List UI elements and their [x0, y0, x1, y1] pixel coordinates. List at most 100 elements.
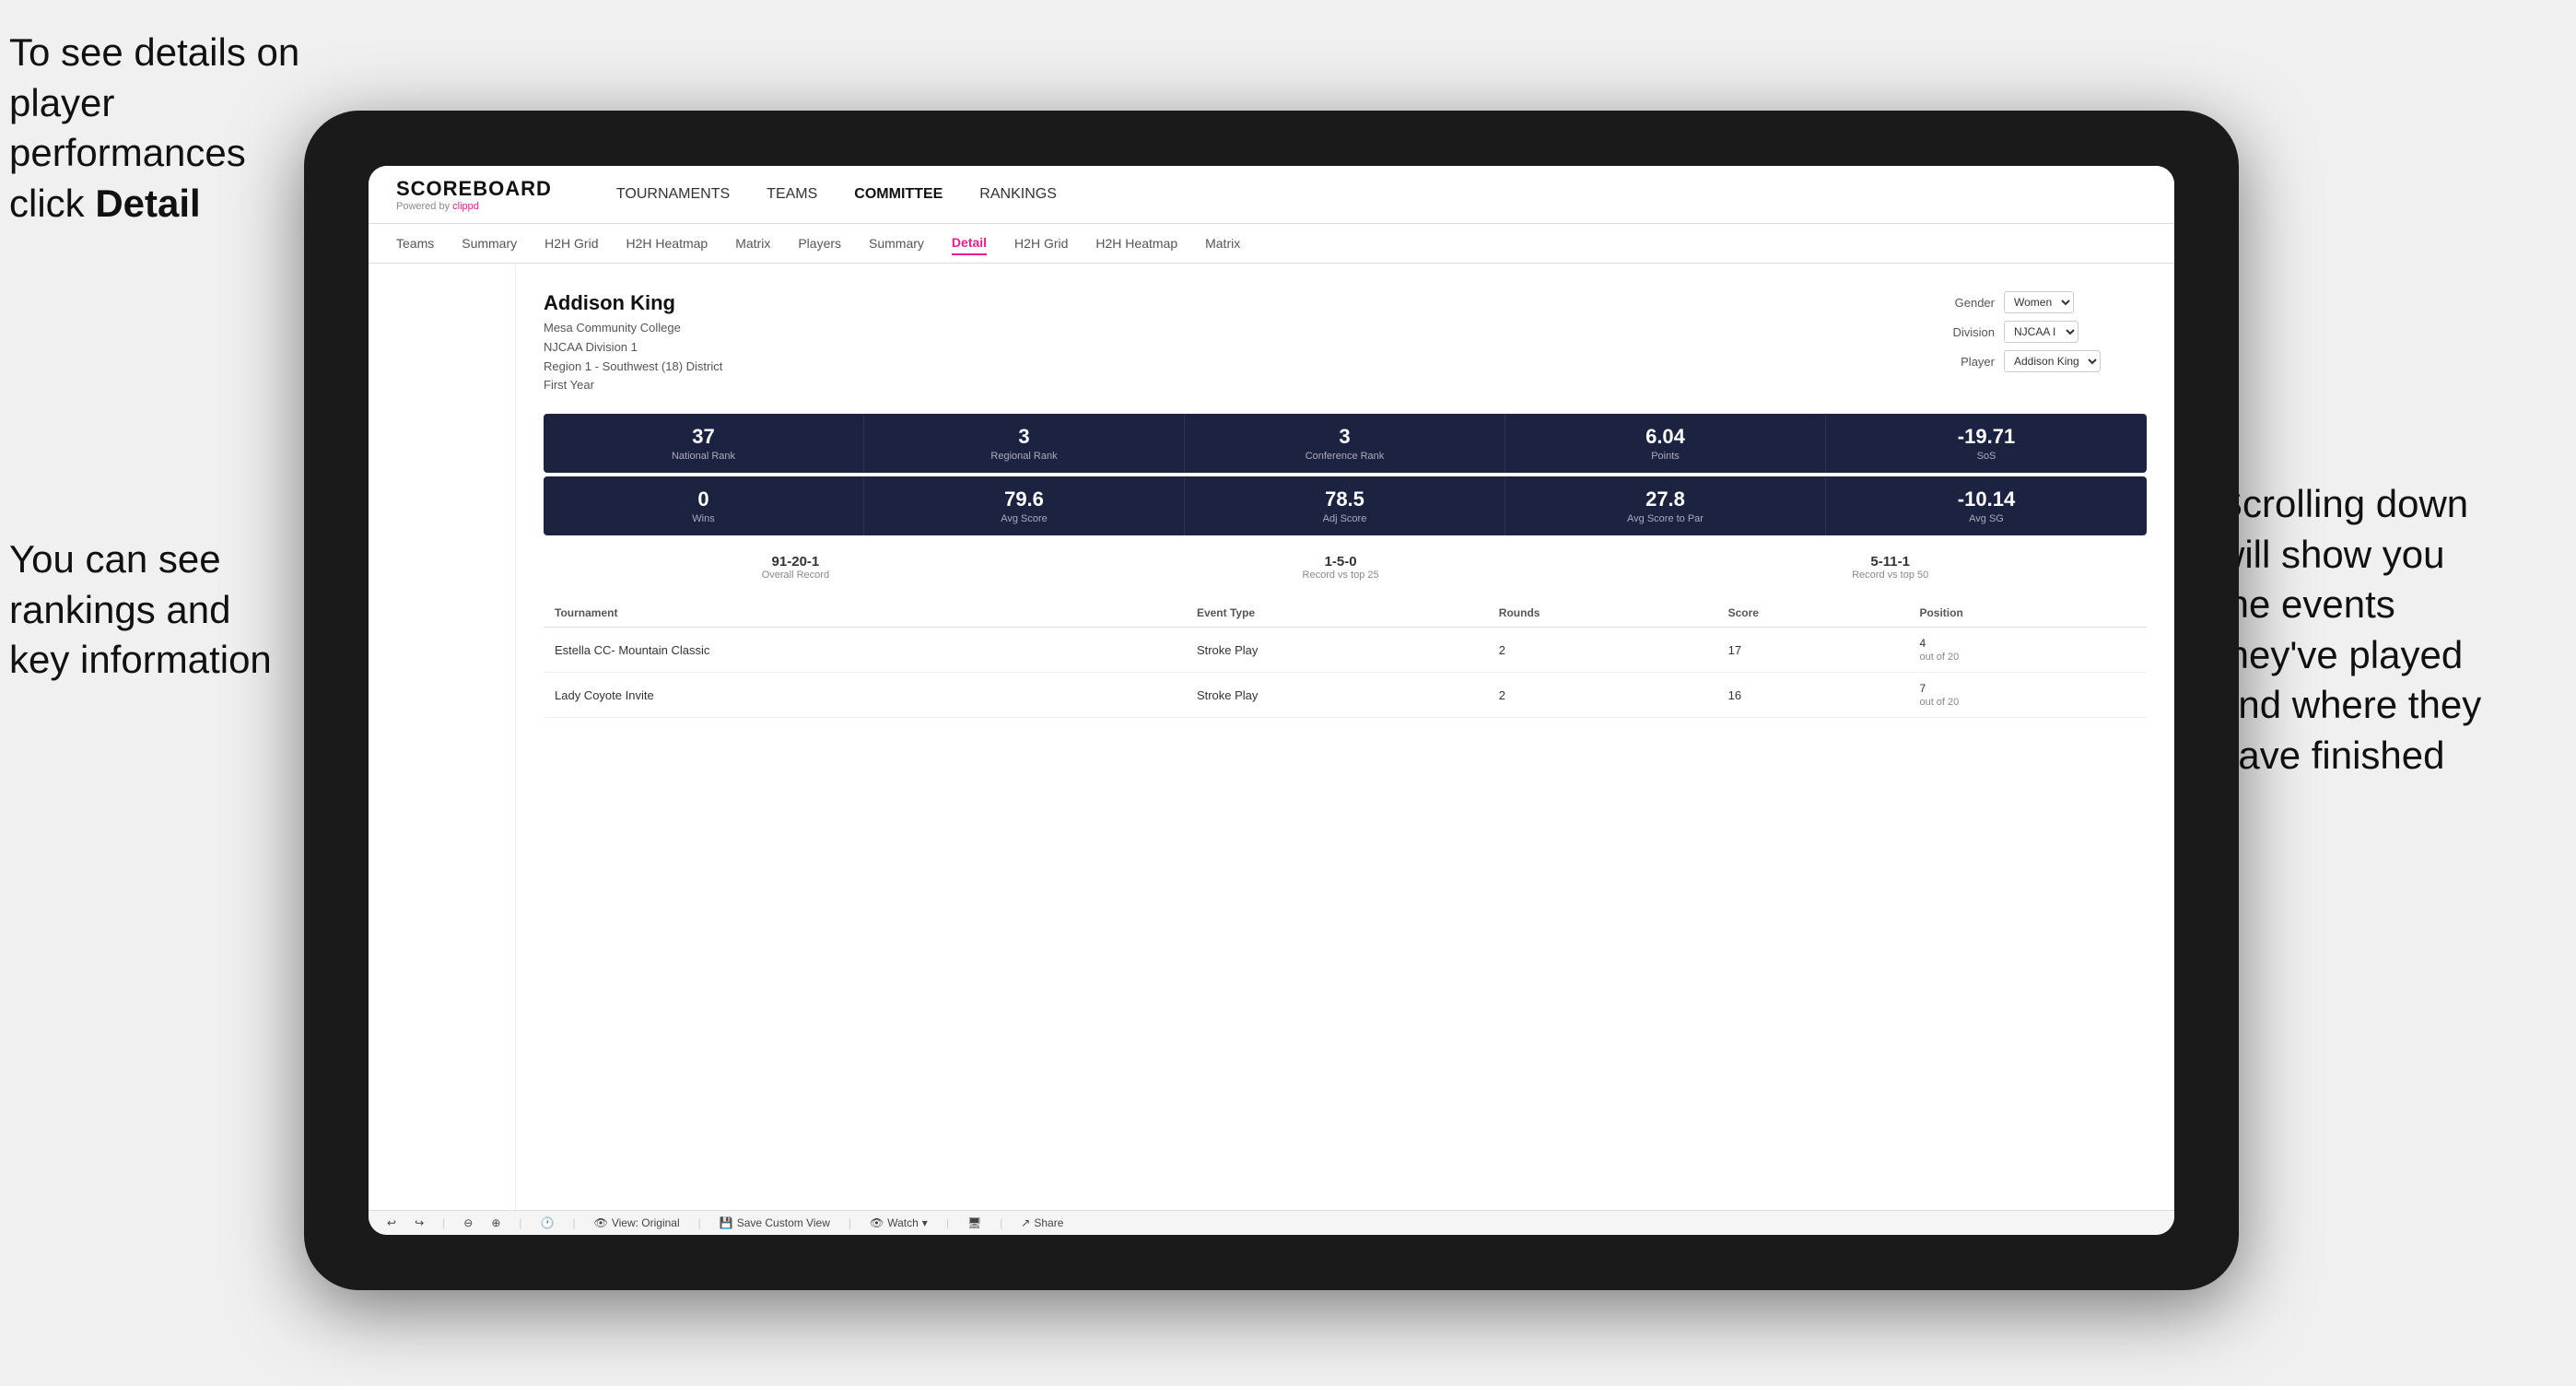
- stat-avg-sg-label: Avg SG: [1841, 513, 2132, 524]
- nav-rankings[interactable]: RANKINGS: [979, 186, 1057, 203]
- toolbar-zoom-out[interactable]: ⊖: [463, 1216, 473, 1229]
- division-filter-row: Division NJCAA I: [1944, 321, 2147, 343]
- annotation-bottomright: Scrolling down will show you the events …: [2217, 479, 2567, 781]
- stat-wins: 0 Wins: [544, 476, 864, 535]
- stat-points-label: Points: [1520, 451, 1810, 462]
- tablet-shell: SCOREBOARD Powered by clippd TOURNAMENTS…: [304, 111, 2239, 1290]
- table-row[interactable]: Estella CC- Mountain Classic Stroke Play…: [544, 628, 2147, 673]
- stats-grid-row2: 0 Wins 79.6 Avg Score 78.5 Adj Score 27.…: [544, 476, 2147, 535]
- stat-national-rank-label: National Rank: [558, 451, 849, 462]
- player-filters: Gender Women Division NJCAA I: [1944, 291, 2147, 395]
- stat-wins-label: Wins: [558, 513, 849, 524]
- player-region: Region 1 - Southwest (18) District: [544, 358, 722, 377]
- player-division: NJCAA Division 1: [544, 338, 722, 358]
- toolbar-save-custom[interactable]: 💾 Save Custom View: [720, 1216, 830, 1229]
- col-event-type: Event Type: [1186, 599, 1488, 628]
- player-label: Player: [1944, 355, 1995, 369]
- stat-avg-sg-value: -10.14: [1841, 487, 2132, 511]
- col-score: Score: [1717, 599, 1909, 628]
- col-position: Position: [1908, 599, 2147, 628]
- nav-teams[interactable]: TEAMS: [767, 186, 817, 203]
- top-nav: SCOREBOARD Powered by clippd TOURNAMENTS…: [369, 166, 2174, 224]
- player-detail-panel: Addison King Mesa Community College NJCA…: [516, 264, 2174, 1210]
- left-sidebar: [369, 264, 516, 1210]
- stat-sos-value: -19.71: [1841, 425, 2132, 449]
- stat-conference-rank-value: 3: [1200, 425, 1490, 449]
- col-rounds: Rounds: [1488, 599, 1717, 628]
- nav-committee[interactable]: COMMITTEE: [854, 186, 943, 203]
- table-header: Tournament Event Type Rounds Score Posit…: [544, 599, 2147, 628]
- stat-sos: -19.71 SoS: [1826, 414, 2147, 473]
- subnav-h2hheatmap[interactable]: H2H Heatmap: [626, 232, 708, 254]
- main-content: Addison King Mesa Community College NJCA…: [369, 264, 2174, 1210]
- toolbar-undo[interactable]: ↩: [387, 1216, 396, 1229]
- logo-area: SCOREBOARD Powered by clippd: [396, 177, 552, 212]
- subnav-matrix2[interactable]: Matrix: [1205, 232, 1240, 254]
- stat-adj-score-label: Adj Score: [1200, 513, 1490, 524]
- record-overall-label: Overall Record: [762, 570, 829, 581]
- row2-score: 16: [1717, 673, 1909, 718]
- stat-points: 6.04 Points: [1505, 414, 1826, 473]
- stat-conference-rank-label: Conference Rank: [1200, 451, 1490, 462]
- col-tournament: Tournament: [544, 599, 1186, 628]
- stat-adj-score-value: 78.5: [1200, 487, 1490, 511]
- nav-items: TOURNAMENTS TEAMS COMMITTEE RANKINGS: [616, 186, 1057, 203]
- row1-score: 17: [1717, 628, 1909, 673]
- stat-adj-score: 78.5 Adj Score: [1185, 476, 1505, 535]
- record-top25: 1-5-0 Record vs top 25: [1303, 554, 1379, 581]
- toolbar-share[interactable]: ↗ Share: [1021, 1216, 1063, 1229]
- toolbar-redo[interactable]: ↪: [415, 1216, 424, 1229]
- subnav-h2hgrid[interactable]: H2H Grid: [544, 232, 598, 254]
- annotation-topleft: To see details on player performances cl…: [9, 28, 322, 229]
- annotation-bottomleft: You can see rankings and key information: [9, 534, 341, 686]
- row2-event-type: Stroke Play: [1186, 673, 1488, 718]
- logo-sub: Powered by clippd: [396, 201, 552, 212]
- subnav-players[interactable]: Players: [798, 232, 841, 254]
- player-select[interactable]: Addison King: [2004, 350, 2101, 372]
- tablet-screen: SCOREBOARD Powered by clippd TOURNAMENTS…: [369, 166, 2174, 1235]
- stat-avg-score-value: 79.6: [879, 487, 1169, 511]
- bottom-toolbar: ↩ ↪ | ⊖ ⊕ | 🕐 | 👁 View: Original | 💾 Sav…: [369, 1210, 2174, 1235]
- player-filter-row: Player Addison King: [1944, 350, 2147, 372]
- subnav-matrix[interactable]: Matrix: [735, 232, 770, 254]
- stat-national-rank: 37 National Rank: [544, 414, 864, 473]
- stat-regional-rank-value: 3: [879, 425, 1169, 449]
- subnav-summary2[interactable]: Summary: [869, 232, 924, 254]
- stat-regional-rank: 3 Regional Rank: [864, 414, 1185, 473]
- player-year: First Year: [544, 376, 722, 395]
- player-name: Addison King: [544, 291, 722, 315]
- toolbar-watch[interactable]: 👁 Watch ▾: [870, 1216, 928, 1229]
- subnav-h2hgrid2[interactable]: H2H Grid: [1014, 232, 1068, 254]
- player-info: Addison King Mesa Community College NJCA…: [544, 291, 722, 395]
- toolbar-device[interactable]: 🖥: [967, 1216, 981, 1229]
- division-label: Division: [1944, 325, 1995, 339]
- row1-rounds: 2: [1488, 628, 1717, 673]
- stats-grid-row1: 37 National Rank 3 Regional Rank 3 Confe…: [544, 414, 2147, 473]
- row2-tournament: Lady Coyote Invite: [544, 673, 1186, 718]
- stat-regional-rank-label: Regional Rank: [879, 451, 1169, 462]
- division-select[interactable]: NJCAA I: [2004, 321, 2078, 343]
- subnav-teams[interactable]: Teams: [396, 232, 434, 254]
- toolbar-zoom-in[interactable]: ⊕: [491, 1216, 500, 1229]
- nav-tournaments[interactable]: TOURNAMENTS: [616, 186, 730, 203]
- toolbar-clock[interactable]: 🕐: [541, 1216, 555, 1229]
- subnav-detail[interactable]: Detail: [952, 231, 987, 255]
- player-school: Mesa Community College: [544, 319, 722, 338]
- sub-nav: Teams Summary H2H Grid H2H Heatmap Matri…: [369, 224, 2174, 264]
- subnav-h2hheatmap2[interactable]: H2H Heatmap: [1095, 232, 1177, 254]
- record-top50: 5-11-1 Record vs top 50: [1852, 554, 1928, 581]
- stat-avg-score: 79.6 Avg Score: [864, 476, 1185, 535]
- record-top25-label: Record vs top 25: [1303, 570, 1379, 581]
- row2-rounds: 2: [1488, 673, 1717, 718]
- gender-select[interactable]: Women: [2004, 291, 2074, 313]
- stat-avg-sg: -10.14 Avg SG: [1826, 476, 2147, 535]
- subnav-summary[interactable]: Summary: [462, 232, 517, 254]
- record-top50-label: Record vs top 50: [1852, 570, 1928, 581]
- record-overall-value: 91-20-1: [762, 554, 829, 570]
- stat-sos-label: SoS: [1841, 451, 2132, 462]
- toolbar-view-original[interactable]: 👁 View: Original: [594, 1216, 680, 1229]
- table-row[interactable]: Lady Coyote Invite Stroke Play 2 16 7out…: [544, 673, 2147, 718]
- gender-filter-row: Gender Women: [1944, 291, 2147, 313]
- player-header: Addison King Mesa Community College NJCA…: [544, 291, 2147, 395]
- stat-wins-value: 0: [558, 487, 849, 511]
